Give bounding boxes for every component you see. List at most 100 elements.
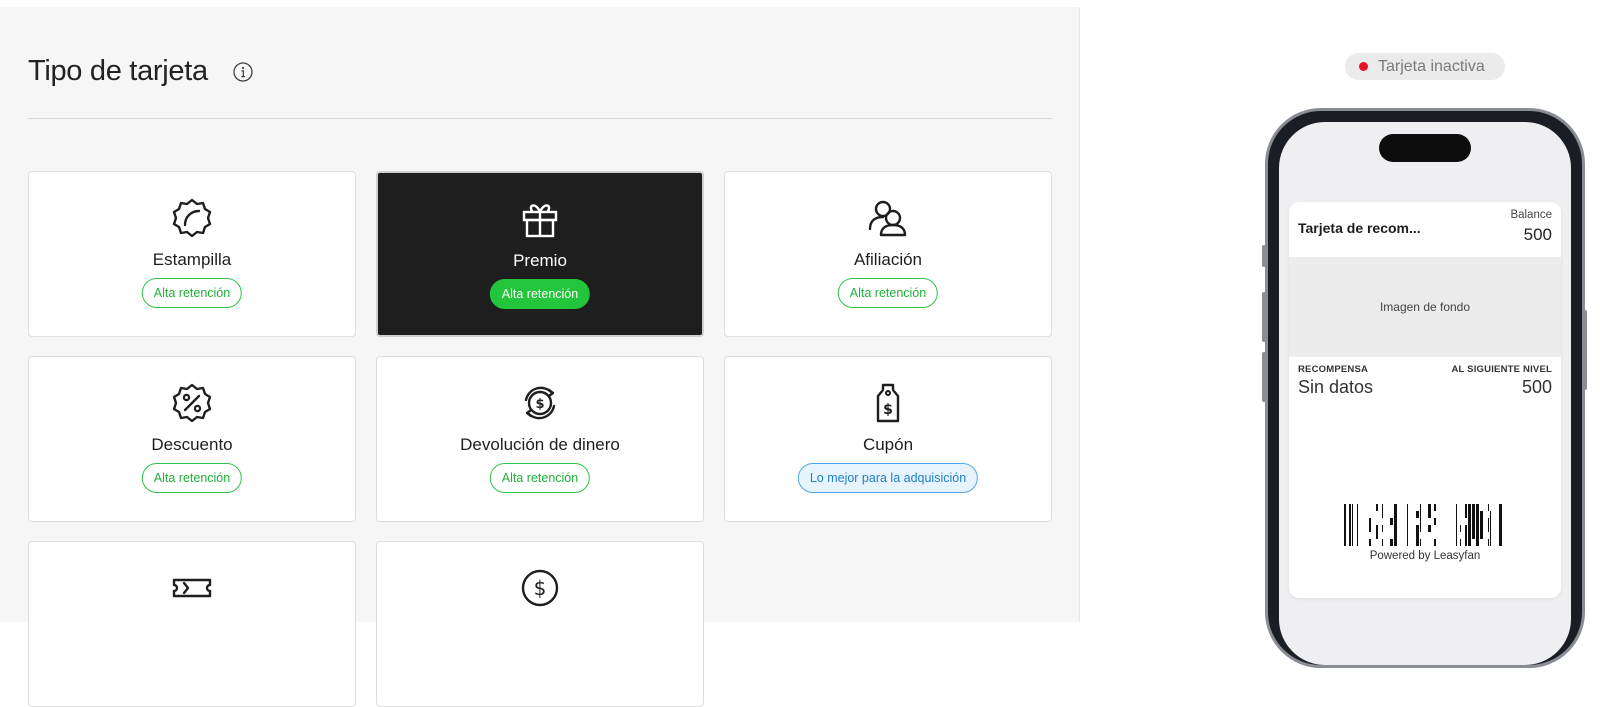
barcode-bar	[1465, 511, 1467, 518]
barcode-bar	[1456, 518, 1457, 525]
barcode-bar	[1480, 525, 1483, 532]
barcode-bar	[1472, 518, 1475, 525]
phone-mockup: Tarjeta de recom... Balance 500 Imagen d…	[1265, 108, 1585, 668]
barcode-bar	[1488, 518, 1489, 525]
card-type-estampilla[interactable]: Estampilla Alta retención	[28, 171, 356, 337]
barcode-bar	[1407, 518, 1408, 525]
barcode-bar	[1472, 525, 1475, 532]
pass-title: Tarjeta de recom...	[1298, 220, 1421, 236]
barcode-bar	[1476, 532, 1479, 539]
barcode-bar	[1394, 539, 1397, 546]
svg-text:$: $	[534, 576, 547, 600]
cashback-icon: $	[524, 386, 556, 420]
barcode-bar	[1407, 504, 1408, 511]
barcode-bar	[1394, 532, 1397, 539]
next-level-label: AL SIGUIENTE NIVEL	[1451, 364, 1552, 375]
users-icon	[868, 200, 907, 237]
card-label: Descuento	[151, 435, 233, 454]
acquisition-badge: Lo mejor para la adquisición	[797, 463, 979, 493]
info-icon[interactable]	[232, 61, 254, 83]
card-type-premio[interactable]: Premio Alta retención	[376, 171, 704, 337]
barcode-bar	[1352, 504, 1353, 546]
inactive-status-dot	[1359, 62, 1368, 71]
card-label: Cupón	[862, 435, 914, 454]
barcode-bar	[1420, 504, 1421, 511]
barcode-bar	[1420, 539, 1421, 546]
barcode-bar	[1369, 539, 1371, 546]
barcode-bar	[1407, 532, 1408, 539]
background-image-placeholder: Imagen de fondo	[1289, 257, 1561, 357]
card-type-dollar[interactable]: $	[376, 541, 704, 707]
card-label: Estampilla	[152, 250, 232, 269]
status-text: Tarjeta inactiva	[1378, 57, 1485, 75]
barcode-bar	[1468, 525, 1471, 532]
barcode-icon	[1344, 504, 1502, 546]
coupon-tag-icon: $	[876, 383, 900, 423]
balance-value: 500	[1523, 225, 1552, 244]
retention-badge: Alta retención	[141, 463, 243, 493]
page-title: Tipo de tarjeta	[28, 55, 208, 87]
discount-badge-icon	[172, 383, 212, 423]
card-label: Afiliación	[853, 250, 923, 269]
barcode-bar	[1488, 504, 1489, 511]
barcode-bar	[1480, 518, 1483, 525]
barcode-bar	[1480, 532, 1483, 539]
barcode-bar	[1465, 532, 1467, 539]
reward-value: Sin datos	[1298, 377, 1374, 397]
barcode-bar	[1390, 518, 1393, 525]
barcode-bar	[1434, 504, 1436, 511]
balance-label: Balance	[1510, 209, 1552, 221]
barcode-bar	[1456, 525, 1457, 532]
stamp-icon	[172, 198, 212, 238]
svg-text:$: $	[883, 402, 893, 418]
barcode-bar	[1460, 525, 1461, 532]
svg-text:$: $	[535, 397, 544, 412]
reward-label: RECOMPENSA	[1298, 364, 1369, 375]
barcode-bar	[1382, 504, 1383, 511]
wallet-pass-preview: Tarjeta de recom... Balance 500 Imagen d…	[1289, 202, 1561, 598]
barcode-bar	[1369, 525, 1371, 532]
barcode-bar	[1428, 525, 1431, 532]
card-type-devolucion[interactable]: $ Devolución de dinero Alta retención	[376, 356, 704, 522]
section-header: Tipo de tarjeta	[28, 55, 254, 88]
card-type-descuento[interactable]: Descuento Alta retención	[28, 356, 356, 522]
barcode-bar	[1472, 504, 1475, 511]
barcode-bar	[1376, 525, 1378, 532]
barcode-bar	[1416, 511, 1419, 518]
barcode-bar	[1468, 532, 1471, 539]
card-type-ticket[interactable]	[28, 541, 356, 707]
barcode-bar	[1376, 532, 1378, 539]
barcode-bar	[1465, 525, 1467, 532]
barcode-bar	[1490, 532, 1491, 539]
barcode-bar	[1456, 532, 1457, 539]
card-type-cupon[interactable]: $ Cupón Lo mejor para la adquisición	[724, 356, 1052, 522]
gift-icon	[522, 204, 558, 238]
barcode-bar	[1376, 504, 1378, 511]
barcode-bar	[1468, 511, 1471, 518]
phone-screen: Tarjeta de recom... Balance 500 Imagen d…	[1279, 122, 1571, 665]
barcode-bar	[1488, 539, 1489, 546]
barcode-bar	[1416, 539, 1419, 546]
barcode-bar	[1416, 525, 1419, 532]
barcode-bar	[1416, 532, 1419, 539]
barcode-bar	[1407, 525, 1408, 532]
barcode-bar	[1476, 525, 1479, 532]
barcode-bar	[1468, 539, 1471, 546]
barcode-bar	[1476, 511, 1479, 518]
barcode-bar	[1472, 532, 1475, 539]
barcode-bar	[1490, 539, 1491, 546]
barcode-bar	[1476, 539, 1479, 546]
barcode-bar	[1490, 511, 1491, 518]
barcode-bar	[1434, 518, 1436, 525]
barcode-bar	[1460, 539, 1461, 546]
barcode-bar	[1476, 504, 1479, 511]
barcode-bar	[1394, 504, 1397, 511]
barcode-bar	[1349, 504, 1351, 546]
card-type-afiliacion[interactable]: Afiliación Alta retención	[724, 171, 1052, 337]
powered-by-text: Powered by Leasyfan	[1369, 550, 1481, 562]
retention-badge: Alta retención	[837, 278, 939, 308]
card-label: Premio	[513, 251, 567, 270]
card-label: Devolución de dinero	[460, 435, 620, 454]
barcode-bar	[1428, 511, 1431, 518]
barcode-bar	[1420, 518, 1421, 525]
